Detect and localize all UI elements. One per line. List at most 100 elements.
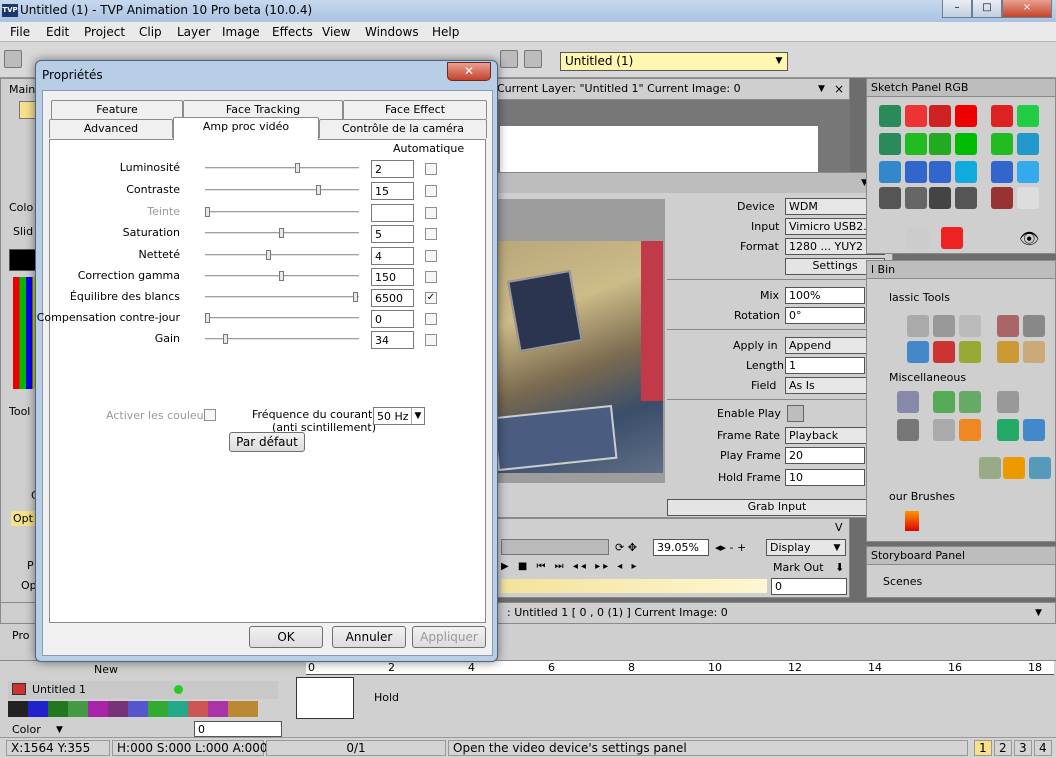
mix-input[interactable]: 100% — [785, 287, 865, 304]
eraser-x-icon[interactable] — [955, 161, 977, 183]
pencil-icon[interactable] — [905, 187, 927, 209]
menu-view[interactable]: View — [322, 25, 350, 39]
brush-icon[interactable] — [991, 161, 1013, 183]
tool-icon[interactable] — [1003, 457, 1025, 479]
frame-thumbnail[interactable] — [296, 677, 354, 719]
layer-color-swatches[interactable] — [8, 701, 258, 717]
tool-icon[interactable] — [979, 457, 1001, 479]
slider-thumb[interactable] — [295, 163, 301, 173]
brush-icon[interactable] — [991, 187, 1013, 209]
page-1-button[interactable]: 1 — [974, 740, 992, 756]
timeline-ruler[interactable]: 0 2 4 6 8 10 12 14 16 18 — [306, 661, 1054, 675]
property-slider[interactable] — [205, 163, 359, 173]
maximize-button[interactable]: □ — [972, 0, 1002, 18]
auto-checkbox[interactable] — [425, 250, 437, 262]
auto-checkbox[interactable] — [425, 185, 437, 197]
tool-icon[interactable] — [907, 341, 929, 363]
marker-icon[interactable] — [1017, 161, 1039, 183]
auto-checkbox[interactable] — [425, 163, 437, 175]
slider-thumb[interactable] — [205, 207, 210, 217]
close-icon[interactable]: × — [834, 82, 844, 96]
slider-thumb[interactable] — [279, 271, 284, 281]
auto-checkbox[interactable] — [425, 334, 437, 346]
monitor-icon[interactable] — [524, 50, 542, 68]
cancel-button[interactable]: Annuler — [332, 626, 406, 648]
length-input[interactable]: 1 — [785, 357, 865, 374]
pencil-icon[interactable] — [905, 133, 927, 155]
dialog-close-button[interactable]: ✕ — [447, 62, 491, 81]
menu-help[interactable]: Help — [432, 25, 459, 39]
color-swatch-black[interactable] — [9, 249, 37, 271]
playback-bar[interactable] — [501, 579, 767, 593]
ink-icon[interactable] — [929, 161, 951, 183]
tool-icon[interactable] — [997, 391, 1019, 413]
canvas-paper[interactable] — [500, 126, 818, 172]
slider-tab[interactable]: Slid — [13, 225, 33, 238]
marker-icon[interactable] — [1017, 105, 1039, 127]
tool-icon[interactable] — [1023, 315, 1045, 337]
page-3-button[interactable]: 3 — [1014, 740, 1032, 756]
playback-controls[interactable]: ▶ ■ ⏮ ⏭ ◂◂ ▸▸ ◂ ▸ — [501, 561, 640, 572]
zoom-input[interactable]: 39.05% — [653, 539, 709, 556]
color-enable-checkbox[interactable] — [204, 409, 216, 421]
menu-file[interactable]: File — [10, 25, 30, 39]
project-tab[interactable]: Pro — [12, 629, 29, 642]
chevron-down-icon[interactable]: ▼ — [56, 725, 63, 735]
pen-icon[interactable] — [879, 161, 901, 183]
property-value[interactable]: 15 — [371, 182, 414, 200]
chevron-down-icon[interactable]: ▼ — [818, 84, 825, 94]
tool-icon[interactable] — [897, 391, 919, 413]
eraser-x-icon[interactable] — [955, 133, 977, 155]
document-selector[interactable]: Untitled (1) ▼ — [560, 52, 788, 71]
tool-icon[interactable] — [997, 341, 1019, 363]
grab-input-button[interactable]: Grab Input — [667, 499, 887, 516]
tool-icon[interactable] — [1029, 457, 1051, 479]
tool-icon[interactable] — [500, 50, 518, 68]
pen-icon[interactable] — [879, 105, 901, 127]
ink-icon[interactable] — [929, 187, 951, 209]
tool-icon[interactable] — [933, 315, 955, 337]
auto-checkbox[interactable] — [425, 207, 437, 219]
apply-button[interactable]: Appliquer — [412, 626, 486, 648]
brush-icon[interactable] — [991, 105, 1013, 127]
menu-effects[interactable]: Effects — [272, 25, 313, 39]
eraser-x-icon[interactable] — [955, 105, 977, 127]
slider-thumb[interactable] — [222, 334, 228, 344]
slider-thumb[interactable] — [316, 185, 321, 195]
tool-icon[interactable] — [907, 315, 929, 337]
property-slider[interactable] — [205, 207, 359, 217]
menu-windows[interactable]: Windows — [365, 25, 419, 39]
auto-checkbox[interactable] — [425, 271, 437, 283]
property-value[interactable]: 6500 — [371, 289, 414, 307]
display-select[interactable]: Display ▼ — [766, 539, 846, 556]
pencil-icon[interactable] — [905, 105, 927, 127]
close-button[interactable]: × — [1002, 0, 1052, 18]
tool-icon[interactable] — [897, 419, 919, 441]
tab-amp-proc-video[interactable]: Amp proc vidéo — [173, 117, 319, 140]
tab-feature[interactable]: Feature — [51, 100, 183, 119]
tool-icon[interactable] — [933, 391, 955, 413]
property-slider[interactable] — [205, 292, 359, 302]
rotation-input[interactable]: 0° — [785, 307, 865, 324]
frequency-select[interactable]: 50 Hz ▼ — [373, 407, 425, 425]
enable-play-checkbox[interactable] — [787, 405, 804, 422]
property-slider[interactable] — [205, 313, 359, 323]
play-frame-input[interactable]: 20 — [785, 447, 865, 464]
page-2-button[interactable]: 2 — [994, 740, 1012, 756]
tool-icon[interactable] — [1023, 341, 1045, 363]
hold-frame-input[interactable]: 10 — [785, 469, 865, 486]
tool-icon[interactable] — [933, 419, 955, 441]
tool-icon[interactable] — [959, 419, 981, 441]
brush-icon[interactable] — [991, 133, 1013, 155]
marker-icon[interactable] — [1017, 133, 1039, 155]
property-slider[interactable] — [205, 271, 359, 281]
eraser-x-icon[interactable] — [955, 187, 977, 209]
property-slider[interactable] — [205, 228, 359, 238]
property-value[interactable]: 0 — [371, 310, 414, 328]
tool-icon[interactable] — [959, 315, 981, 337]
slider-thumb[interactable] — [205, 313, 210, 323]
auto-checkbox[interactable] — [425, 228, 437, 240]
layer-row[interactable]: Untitled 1 — [8, 681, 278, 699]
property-value[interactable]: 5 — [371, 225, 414, 243]
property-slider[interactable] — [205, 250, 359, 260]
